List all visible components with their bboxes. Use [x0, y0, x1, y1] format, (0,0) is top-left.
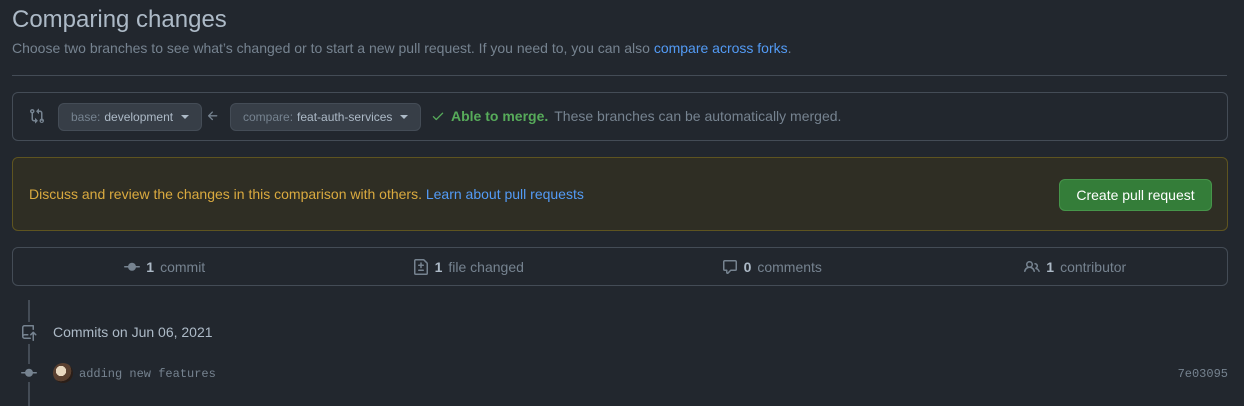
- stat-files[interactable]: 1 file changed: [317, 248, 621, 285]
- check-icon: [432, 112, 444, 121]
- chevron-down-icon: [400, 115, 409, 119]
- stat-commits[interactable]: 1 commit: [13, 248, 317, 285]
- file-label: file changed: [448, 258, 524, 275]
- pull-request-flash: Discuss and review the changes in this c…: [12, 157, 1228, 231]
- contributor-label: contributor: [1060, 258, 1127, 275]
- commits-date-heading: Commits on Jun 06, 2021: [53, 324, 213, 340]
- timeline-icon-wrap: [19, 322, 39, 344]
- commit-message-link[interactable]: adding new features: [79, 367, 216, 381]
- contributor-count: 1: [1046, 258, 1055, 275]
- header-divider: [12, 75, 1227, 76]
- compare-page: Comparing changes Choose two branches to…: [0, 0, 1244, 406]
- flash-text: Discuss and review the changes in this c…: [29, 186, 426, 202]
- page-subtitle: Choose two branches to see what’s change…: [12, 40, 792, 56]
- repo-push-icon: [22, 325, 37, 341]
- subtitle-end: .: [787, 40, 792, 56]
- comparison-stats: 1 commit 1 file changed 0 comments 1 con…: [12, 247, 1228, 286]
- timeline-line: [28, 300, 30, 406]
- avatar[interactable]: [53, 363, 73, 383]
- comment-icon: [722, 259, 737, 274]
- stat-contributors[interactable]: 1 contributor: [924, 248, 1228, 285]
- file-diff-icon: [413, 258, 428, 275]
- merge-ok-text: Able to merge.: [451, 108, 549, 124]
- create-pull-request-button[interactable]: Create pull request: [1059, 179, 1212, 211]
- commit-icon: [21, 368, 37, 377]
- chevron-down-icon: [181, 115, 190, 119]
- git-compare-icon: [30, 108, 45, 124]
- comment-count: 0: [743, 258, 752, 275]
- merge-description: These branches can be automatically merg…: [554, 108, 842, 124]
- subtitle-text: Choose two branches to see what’s change…: [12, 40, 654, 56]
- comment-label: comments: [757, 258, 822, 275]
- base-branch-select[interactable]: base: development: [58, 103, 203, 131]
- learn-pull-requests-link[interactable]: Learn about pull requests: [426, 186, 584, 202]
- compare-branch-select[interactable]: compare: feat-auth-services: [230, 103, 422, 131]
- base-label: base:: [71, 110, 101, 124]
- page-title: Comparing changes: [12, 6, 227, 33]
- commit-label: commit: [160, 258, 206, 275]
- merge-status: Able to merge. These branches can be aut…: [431, 108, 841, 124]
- commit-dot-wrap: [19, 364, 39, 382]
- arrow-left-icon: [207, 111, 218, 121]
- compare-across-forks-link[interactable]: compare across forks: [654, 40, 788, 56]
- commit-sha-link[interactable]: 7e03095: [1178, 367, 1228, 381]
- stat-comments[interactable]: 0 comments: [620, 248, 924, 285]
- people-icon: [1024, 260, 1041, 272]
- compare-label: compare:: [243, 110, 294, 124]
- file-count: 1: [434, 258, 443, 275]
- flash-message: Discuss and review the changes in this c…: [29, 186, 584, 202]
- compare-branch-name: feat-auth-services: [297, 110, 393, 124]
- commit-count: 1: [146, 258, 155, 275]
- range-editor: base: development compare: feat-auth-ser…: [12, 92, 1228, 141]
- commit-icon: [124, 262, 141, 271]
- base-branch-name: development: [104, 110, 174, 124]
